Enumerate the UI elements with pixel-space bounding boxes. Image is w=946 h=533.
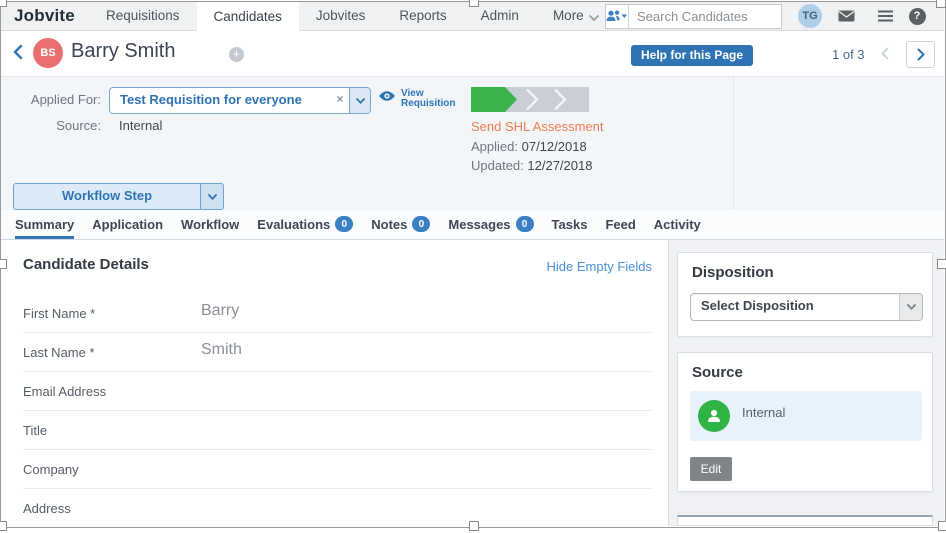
field-row: Email Address	[23, 372, 652, 411]
candidate-avatar: BS	[33, 38, 63, 68]
tab-messages[interactable]: Messages0	[448, 210, 533, 239]
add-icon[interactable]: +	[229, 47, 244, 62]
chevron-down-icon	[208, 194, 217, 200]
mail-icon[interactable]	[834, 2, 858, 30]
search-scope-dropdown[interactable]	[606, 5, 629, 28]
next-candidate-button[interactable]	[906, 41, 935, 68]
eye-icon	[378, 90, 396, 102]
application-summary-section: Applied For: Test Requisition for everyo…	[1, 76, 944, 211]
source-label: Source:	[11, 118, 101, 133]
source-item-label: Internal	[742, 405, 785, 420]
field-row: Title	[23, 411, 652, 450]
nav-item-jobvites[interactable]: Jobvites	[299, 2, 383, 30]
requisition-dropdown-value: Test Requisition for everyone	[110, 88, 331, 113]
back-icon[interactable]	[13, 44, 23, 65]
jobvite-app-window: Jobvite RequisitionsCandidatesJobvitesRe…	[0, 0, 946, 533]
tab-feed[interactable]: Feed	[605, 210, 635, 239]
applied-for-label: Applied For:	[11, 92, 101, 107]
source-item: Internal	[690, 391, 922, 441]
requisition-dropdown[interactable]: Test Requisition for everyone ×	[109, 87, 371, 114]
panel-title: Source	[692, 364, 743, 381]
resize-handle-bottom-right[interactable]	[938, 521, 946, 531]
disposition-select-arrow[interactable]	[899, 294, 922, 320]
source-panel: Source Internal Edit	[677, 352, 933, 492]
send-shl-assessment-link[interactable]: Send SHL Assessment	[471, 119, 603, 134]
field-row: First Name * Barry	[23, 294, 652, 333]
jobvite-logo[interactable]: Jobvite	[14, 2, 75, 30]
hide-empty-fields-link[interactable]: Hide Empty Fields	[547, 259, 652, 274]
resize-handle-left-middle[interactable]	[0, 259, 7, 269]
count-badge: 0	[412, 216, 430, 232]
help-for-this-page-button[interactable]: Help for this Page	[631, 45, 753, 66]
chevron-right-icon	[917, 48, 925, 61]
nav-item-requisitions[interactable]: Requisitions	[89, 2, 197, 30]
field-row: Last Name * Smith	[23, 333, 652, 372]
tab-application[interactable]: Application	[92, 210, 163, 239]
search-input[interactable]	[629, 9, 813, 24]
nav-item-more[interactable]: More	[536, 2, 616, 30]
panel-title: Disposition	[692, 264, 774, 281]
updated-date-row: Updated: 12/27/2018	[471, 158, 592, 173]
nav-item-reports[interactable]: Reports	[382, 2, 463, 30]
workflow-step-dropdown-arrow[interactable]	[200, 184, 223, 209]
field-rows: First Name * Barry Last Name * Smith Ema…	[23, 294, 652, 528]
previous-candidate-icon[interactable]	[881, 47, 889, 65]
candidate-details-panel: Candidate Details Hide Empty Fields Firs…	[1, 240, 669, 526]
resize-handle-top-left[interactable]	[0, 0, 7, 7]
nav-items: RequisitionsCandidatesJobvitesReportsAdm…	[89, 2, 616, 31]
panel-title: Candidate Details	[23, 256, 149, 273]
disposition-select[interactable]: Select Disposition	[690, 293, 923, 321]
chevron-down-icon	[907, 304, 916, 310]
tab-activity[interactable]: Activity	[654, 210, 701, 239]
field-row: Company	[23, 450, 652, 489]
view-requisition-link[interactable]: View Requisition	[378, 87, 455, 109]
people-icon	[606, 10, 628, 23]
view-requisition-label: View Requisition	[401, 87, 455, 109]
disposition-panel: Disposition Select Disposition	[677, 252, 933, 337]
tab-notes[interactable]: Notes0	[371, 210, 430, 239]
candidate-name: Barry Smith	[71, 40, 175, 63]
chevron-down-icon	[589, 15, 599, 21]
candidate-tabs: Summary Application Workflow Evaluations0 No…	[1, 210, 944, 240]
candidate-header: BS Barry Smith + Help for this Page 1 of…	[1, 31, 944, 76]
caret-down-icon	[622, 15, 628, 19]
person-icon	[698, 400, 730, 432]
tab-tasks[interactable]: Tasks	[552, 210, 588, 239]
requisition-dropdown-arrow[interactable]	[349, 88, 370, 113]
count-badge: 0	[335, 216, 353, 232]
pagination-counter: 1 of 3	[832, 47, 865, 62]
resize-handle-right-middle[interactable]	[937, 259, 946, 269]
user-avatar[interactable]: TG	[798, 4, 822, 28]
resize-handle-bottom-middle[interactable]	[469, 521, 479, 531]
tab-evaluations[interactable]: Evaluations0	[257, 210, 353, 239]
collapsed-panel-edge	[677, 515, 933, 526]
workflow-progress-bar[interactable]	[471, 87, 589, 117]
chevron-down-icon	[356, 98, 365, 104]
nav-item-candidates[interactable]: Candidates	[197, 2, 299, 31]
list-icon[interactable]	[873, 2, 897, 30]
source-value: Internal	[119, 118, 162, 133]
resize-handle-top-right[interactable]	[936, 0, 946, 8]
tab-summary[interactable]: Summary	[15, 210, 74, 239]
workflow-step-dropdown[interactable]: Workflow Step	[13, 183, 224, 210]
field-row: Address	[23, 489, 652, 528]
tab-workflow[interactable]: Workflow	[181, 210, 239, 239]
applied-date-row: Applied: 07/12/2018	[471, 139, 587, 154]
help-icon[interactable]: ?	[905, 2, 929, 30]
section-divider	[733, 77, 734, 211]
clear-requisition-icon[interactable]: ×	[331, 88, 349, 113]
disposition-select-value: Select Disposition	[691, 294, 899, 320]
count-badge: 0	[516, 216, 534, 232]
resize-handle-bottom-left[interactable]	[0, 521, 7, 531]
resize-handle-top-middle[interactable]	[469, 0, 479, 7]
search-widget	[605, 4, 782, 29]
edit-source-button[interactable]: Edit	[690, 457, 732, 481]
main-content: Candidate Details Hide Empty Fields Firs…	[1, 240, 944, 526]
